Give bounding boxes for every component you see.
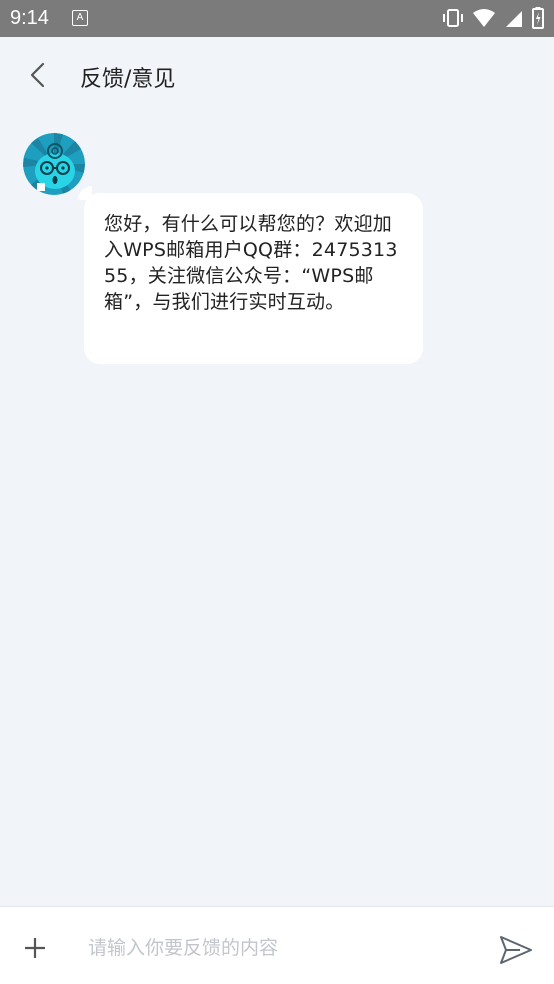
add-attachment-button[interactable] — [22, 935, 48, 961]
app-bar: 反馈/意见 — [0, 37, 554, 112]
status-time: 9:14 — [10, 7, 49, 29]
avatar-image — [23, 133, 85, 195]
message-text: 您好，有什么可以帮您的？欢迎加入WPS邮箱用户QQ群：247531355，关注微… — [104, 213, 398, 313]
wifi-icon — [473, 9, 495, 27]
status-bar: 9:14 A — [0, 0, 554, 37]
send-button[interactable] — [498, 933, 534, 967]
notification-icon: A — [72, 10, 88, 26]
battery-icon — [532, 7, 544, 29]
status-icons — [442, 7, 544, 29]
send-icon — [500, 936, 532, 964]
vibrate-icon — [443, 9, 463, 27]
message-bubble: 您好，有什么可以帮您的？欢迎加入WPS邮箱用户QQ群：247531355，关注微… — [84, 193, 423, 364]
assistant-avatar — [23, 133, 85, 195]
feedback-input[interactable] — [86, 927, 480, 969]
composer-bar — [0, 906, 554, 984]
page-title: 反馈/意见 — [80, 67, 176, 92]
plus-icon — [25, 938, 45, 958]
back-button[interactable] — [22, 55, 56, 95]
signal-icon — [506, 11, 522, 27]
back-chevron-icon — [30, 62, 45, 88]
